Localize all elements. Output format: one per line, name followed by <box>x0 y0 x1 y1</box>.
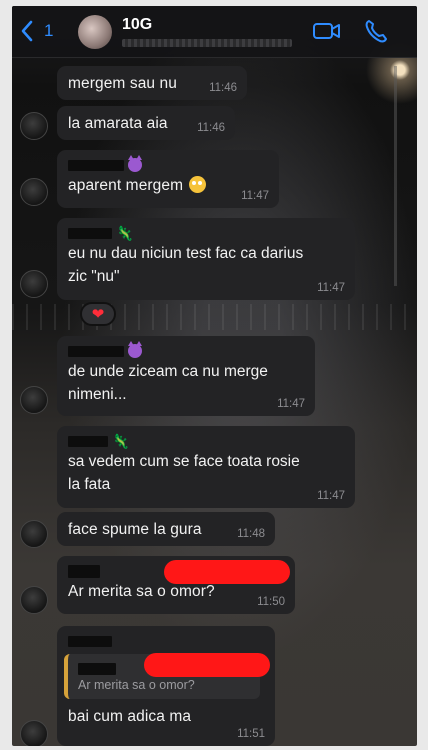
message-time: 11:51 <box>237 728 265 740</box>
message-text: mergem sau nu <box>68 75 177 92</box>
message-bubble[interactable]: Ar merita sa o omor? 11:50 <box>57 556 295 614</box>
sender-name <box>68 155 269 174</box>
message-time: 11:47 <box>317 282 345 294</box>
message-text: face spume la gura <box>68 521 202 538</box>
message-bubble[interactable]: 🦎 eu nu dau niciun test fac ca darius zi… <box>57 218 355 300</box>
redacted-red-mark <box>164 560 290 584</box>
background-fence <box>12 304 417 330</box>
message-bubble[interactable]: Ar merita sa o omor? bai cum adica ma 11… <box>57 626 275 746</box>
sender-name: 🦎 <box>68 432 345 450</box>
message-text: bai cum adica ma <box>68 708 192 725</box>
message-bubble[interactable]: de unde ziceam ca nu merge nimeni... 11:… <box>57 336 315 416</box>
sender-avatar[interactable] <box>20 270 48 298</box>
devil-emoji-icon <box>128 155 142 172</box>
redacted-red-mark <box>144 653 270 677</box>
unread-count: 1 <box>44 21 54 40</box>
sender-name <box>68 632 265 650</box>
heart-icon: ❤ <box>91 306 105 323</box>
message-bubble[interactable]: mergem sau nu 11:46 <box>57 66 247 100</box>
lizard-emoji-icon: 🦎 <box>112 433 130 449</box>
message-text-line: la fata <box>68 476 111 493</box>
back-button[interactable]: 1 <box>20 18 53 44</box>
redacted-name <box>68 635 112 647</box>
message-time: 11:50 <box>257 596 285 608</box>
message-text: la amarata aia <box>68 115 168 132</box>
message-text-line: sa vedem cum se face toata rosie <box>68 453 300 470</box>
sender-name: 🦎 <box>68 224 345 242</box>
message-time: 11:47 <box>277 398 305 410</box>
message-time: 11:48 <box>237 528 265 540</box>
chat-title[interactable]: 10G <box>122 16 152 34</box>
redacted-name <box>68 564 100 578</box>
message-text-line: zic "nu" <box>68 268 120 285</box>
redacted-name <box>68 435 108 447</box>
message-text-line: de unde ziceam ca nu merge <box>68 363 268 380</box>
contact-avatar[interactable] <box>78 15 112 49</box>
quoted-sender <box>78 653 270 677</box>
redacted-name <box>68 227 112 239</box>
phone-icon[interactable] <box>364 18 388 44</box>
video-call-icon[interactable] <box>312 20 342 42</box>
flushed-face-icon <box>189 176 207 193</box>
sender-name <box>68 560 290 584</box>
message-text: Ar merita sa o omor? <box>68 583 215 600</box>
message-bubble[interactable]: la amarata aia 11:46 <box>57 106 235 140</box>
sender-avatar[interactable] <box>20 520 48 548</box>
quoted-text: Ar merita sa o omor? <box>78 678 195 692</box>
heart-reaction[interactable]: ❤ <box>80 302 116 326</box>
chevron-left-icon <box>21 20 33 42</box>
sender-avatar[interactable] <box>20 386 48 414</box>
message-text: aparent mergem <box>68 177 184 194</box>
chat-header: 1 10G <box>12 6 417 58</box>
sender-avatar[interactable] <box>20 720 48 746</box>
message-bubble[interactable]: 🦎 sa vedem cum se face toata rosie la fa… <box>57 426 355 508</box>
message-text-line: nimeni... <box>68 386 127 403</box>
sender-name <box>68 341 305 360</box>
sender-avatar[interactable] <box>20 586 48 614</box>
message-bubble[interactable]: aparent mergem 11:47 <box>57 150 279 208</box>
message-time: 11:46 <box>209 82 237 94</box>
quoted-reply[interactable]: Ar merita sa o omor? <box>64 653 270 699</box>
sender-avatar[interactable] <box>20 112 48 140</box>
devil-emoji-icon <box>128 341 142 358</box>
message-time: 11:47 <box>317 490 345 502</box>
chat-screen: 1 10G mergem sau nu 11:46 la amarata aia… <box>12 6 417 746</box>
message-time: 11:47 <box>241 190 269 202</box>
chat-subtitle-redacted <box>122 39 292 47</box>
redacted-name <box>78 663 116 675</box>
background-lamp-pole <box>394 66 397 286</box>
redacted-name <box>68 345 124 357</box>
sender-avatar[interactable] <box>20 178 48 206</box>
message-bubble[interactable]: face spume la gura 11:48 <box>57 512 275 546</box>
lizard-emoji-icon: 🦎 <box>116 225 134 241</box>
message-text-line: eu nu dau niciun test fac ca darius <box>68 245 304 262</box>
message-time: 11:46 <box>197 122 225 134</box>
redacted-name <box>68 159 124 171</box>
